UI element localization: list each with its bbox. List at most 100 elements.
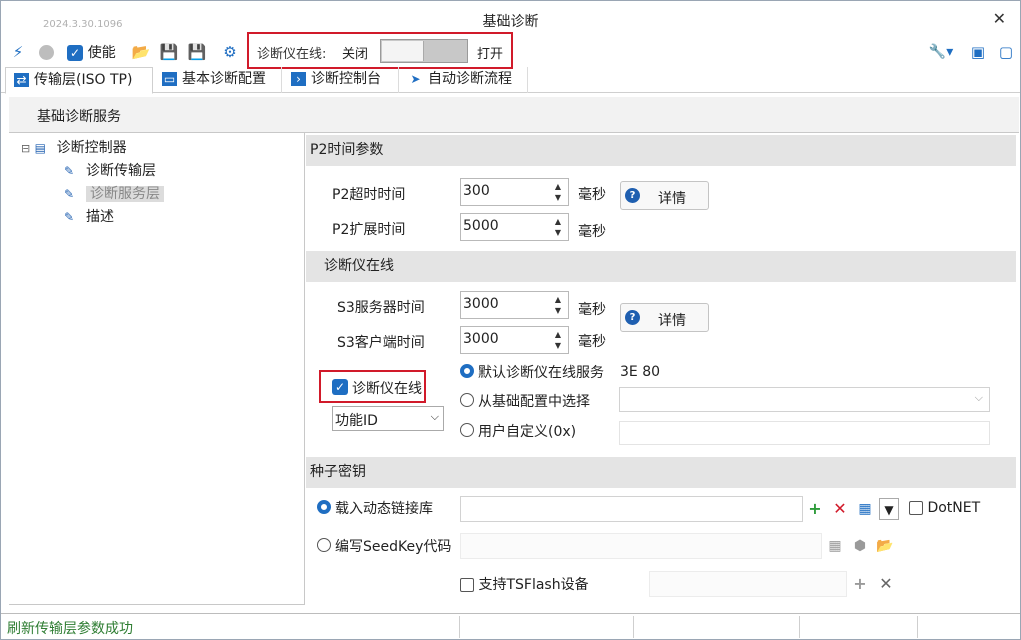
p2-detail-button[interactable]: ? 详情 <box>620 181 709 210</box>
tree-root[interactable]: ⊟ ▤ 诊断控制器 <box>21 138 127 158</box>
csharp-icon[interactable]: ⬢ <box>849 535 871 557</box>
radio-default-service[interactable]: 默认诊断仪在线服务 <box>460 364 604 382</box>
open-folder-icon[interactable]: 📂 <box>874 535 896 557</box>
tab-label: 传输层(ISO TP) <box>34 72 133 88</box>
edit-icon: ✎ <box>64 164 75 178</box>
send-icon: ➤ <box>410 72 421 86</box>
status-divider <box>799 616 800 638</box>
function-id-select[interactable]: 功能ID ⌵ <box>332 406 444 431</box>
radio-label: 载入动态链接库 <box>335 501 433 517</box>
online-toggle-switch[interactable] <box>380 39 468 63</box>
save-as-icon[interactable]: 💾 <box>187 41 207 63</box>
tab-label: 基本诊断配置 <box>182 71 266 87</box>
p2-timeout-spinner[interactable]: 300 ▲ ▼ <box>460 178 569 206</box>
spinner-value: 300 <box>463 183 490 199</box>
p2-timeout-label: P2超时时间 <box>332 187 406 203</box>
lightning-icon[interactable]: ⚡ <box>9 41 27 63</box>
open-folder-icon[interactable]: 📂 <box>131 41 151 63</box>
controller-icon: ▤ <box>34 141 47 155</box>
spinner-arrows-icon[interactable]: ▲ ▼ <box>550 294 566 316</box>
tree-item-transport[interactable]: ✎ 诊断传输层 <box>64 161 156 181</box>
tab-label: 诊断控制台 <box>311 71 381 87</box>
tester-online-checkbox[interactable]: ✓ 诊断仪在线 <box>319 370 426 403</box>
unit-label: 毫秒 <box>578 187 606 203</box>
enable-checkbox[interactable]: ✓ 使能 <box>67 41 116 63</box>
main-window: 2024.3.30.1096 基础诊断 ✕ ⚡ ✓ 使能 📂 💾 💾 ⚙ 诊断仪… <box>0 0 1021 640</box>
diagnostic-settings-icon[interactable]: ⚙ <box>219 41 241 63</box>
section-p2: P2时间参数 <box>306 135 1016 166</box>
tree-panel: ⊟ ▤ 诊断控制器 ✎ 诊断传输层 ✎ 诊断服务层 ✎ 描述 <box>9 133 305 605</box>
help-icon: ? <box>625 188 640 203</box>
s3-client-label: S3客户端时间 <box>337 335 425 351</box>
unit-label: 毫秒 <box>578 334 606 350</box>
delete-icon[interactable]: ✕ <box>875 573 897 595</box>
add-icon[interactable]: + <box>849 573 871 595</box>
add-icon[interactable]: + <box>804 498 826 520</box>
tab-basic-config[interactable]: ▭ 基本诊断配置 <box>154 67 282 93</box>
wrench-dropdown-icon[interactable]: 🔧▾ <box>927 41 955 63</box>
delete-icon[interactable]: ✕ <box>829 498 851 520</box>
dotnet-label: DotNET <box>927 500 981 516</box>
record-icon[interactable] <box>37 41 55 63</box>
group-header: 基础诊断服务 <box>9 97 1019 133</box>
status-divider <box>459 616 460 638</box>
radio-seedkey-code[interactable]: 编写SeedKey代码 <box>317 538 451 556</box>
default-service-value: 3E 80 <box>620 364 661 380</box>
tester-online-checkbox-label: 诊断仪在线 <box>352 381 422 397</box>
tester-online-group: 诊断仪在线: 关闭 打开 <box>247 32 513 69</box>
detail-label: 详情 <box>658 313 686 329</box>
tester-detail-button[interactable]: ? 详情 <box>620 303 709 332</box>
tab-auto-flow[interactable]: ➤ 自动诊断流程 <box>400 67 528 93</box>
dotnet-checkbox[interactable]: DotNET <box>909 500 980 516</box>
grid-icon[interactable]: ▦ <box>824 535 846 557</box>
radio-load-dll[interactable]: 载入动态链接库 <box>317 500 433 518</box>
tab-console[interactable]: › 诊断控制台 <box>283 67 399 93</box>
radio-selected-icon <box>460 364 474 378</box>
window-restore-icon[interactable]: ▢ <box>995 41 1017 63</box>
radio-unselected-icon <box>317 538 331 552</box>
window-title: 基础诊断 <box>482 14 539 30</box>
unit-label: 毫秒 <box>578 302 606 318</box>
s3-client-spinner[interactable]: 3000 ▲ ▼ <box>460 326 569 354</box>
radio-label: 默认诊断仪在线服务 <box>478 365 604 381</box>
radio-from-config[interactable]: 从基础配置中选择 <box>460 393 590 411</box>
tab-iso-tp[interactable]: ⇄ 传输层(ISO TP) <box>5 67 153 94</box>
checkbox-checked-icon: ✓ <box>332 379 348 395</box>
spinner-arrows-icon[interactable]: ▲ ▼ <box>550 329 566 351</box>
tree-item-label: 描述 <box>86 209 114 225</box>
dll-path-input[interactable] <box>460 496 803 522</box>
p2-ext-label: P2扩展时间 <box>332 222 406 238</box>
checkbox-checked-icon: ✓ <box>67 44 83 61</box>
status-message: 刷新传输层参数成功 <box>7 621 133 637</box>
save-icon[interactable]: 💾 <box>159 41 179 63</box>
custom-hex-input[interactable] <box>619 421 990 445</box>
config-select[interactable]: ⌵ <box>619 387 990 412</box>
tree-item-service[interactable]: ✎ 诊断服务层 <box>64 184 164 204</box>
help-icon: ? <box>625 310 640 325</box>
collapse-icon[interactable]: ⊟ <box>21 142 30 155</box>
detail-label: 详情 <box>658 191 686 207</box>
spinner-arrows-icon[interactable]: ▲ ▼ <box>550 216 566 238</box>
close-icon[interactable]: ✕ <box>993 9 1006 28</box>
tsflash-checkbox[interactable]: 支持TSFlash设备 <box>460 574 589 594</box>
status-divider <box>917 616 918 638</box>
radio-label: 从基础配置中选择 <box>478 394 590 410</box>
s3-server-label: S3服务器时间 <box>337 300 425 316</box>
grid-icon[interactable]: ▦ <box>854 498 876 520</box>
chevron-down-icon: ⌵ <box>974 391 983 404</box>
p2-ext-spinner[interactable]: 5000 ▲ ▼ <box>460 213 569 241</box>
spinner-arrows-icon[interactable]: ▲ ▼ <box>550 181 566 203</box>
dropdown-arrow-icon[interactable]: ▼ <box>879 498 899 520</box>
radio-custom[interactable]: 用户自定义(0x) <box>460 423 576 441</box>
tree-item-label: 诊断传输层 <box>86 163 156 179</box>
window-close-icon[interactable]: ▣ <box>967 41 989 63</box>
s3-server-spinner[interactable]: 3000 ▲ ▼ <box>460 291 569 319</box>
edit-icon: ✎ <box>64 210 75 224</box>
seedkey-code-input[interactable] <box>460 533 822 559</box>
tree-item-label: 诊断服务层 <box>86 186 164 202</box>
radio-selected-icon <box>317 500 331 514</box>
tsflash-label: 支持TSFlash设备 <box>478 577 589 593</box>
tsflash-input[interactable] <box>649 571 847 597</box>
radio-label: 编写SeedKey代码 <box>335 539 452 555</box>
tree-item-description[interactable]: ✎ 描述 <box>64 207 114 227</box>
